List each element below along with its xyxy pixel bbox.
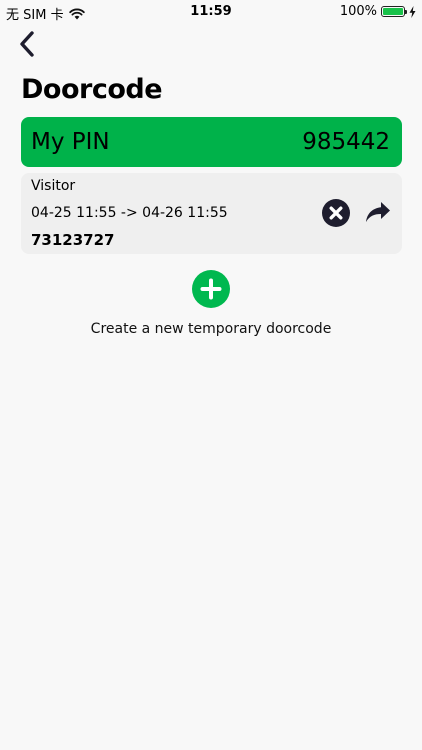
- create-code-label: Create a new temporary doorcode: [90, 321, 332, 337]
- page-title: Doorcode: [21, 74, 163, 105]
- share-code-button[interactable]: [365, 201, 391, 225]
- charging-bolt-icon: [409, 5, 416, 18]
- temporary-code-card: Visitor 04-25 11:55 -> 04-26 11:55 73123…: [21, 173, 402, 254]
- battery-fill: [383, 8, 403, 15]
- battery-area: 100%: [340, 4, 416, 19]
- delete-code-button[interactable]: [322, 199, 350, 227]
- battery-percent: 100%: [339, 4, 377, 19]
- my-pin-card: My PIN 985442: [21, 117, 402, 167]
- back-button[interactable]: [14, 30, 40, 58]
- status-bar: 无 SIM 卡 11:59 100%: [0, 0, 422, 23]
- plus-circle-icon: [200, 278, 222, 300]
- temporary-code-value: 73123727: [31, 231, 115, 249]
- chevron-left-icon: [20, 31, 34, 57]
- add-temporary-code-button[interactable]: [192, 270, 230, 308]
- pin-label: My PIN: [31, 129, 110, 155]
- temporary-code-name: Visitor: [31, 178, 76, 194]
- battery-icon: [381, 6, 407, 17]
- temporary-code-validity: 04-25 11:55 -> 04-26 11:55: [31, 205, 228, 221]
- share-arrow-icon: [366, 202, 390, 222]
- close-circle-icon: [322, 199, 350, 227]
- pin-code: 985442: [302, 129, 390, 155]
